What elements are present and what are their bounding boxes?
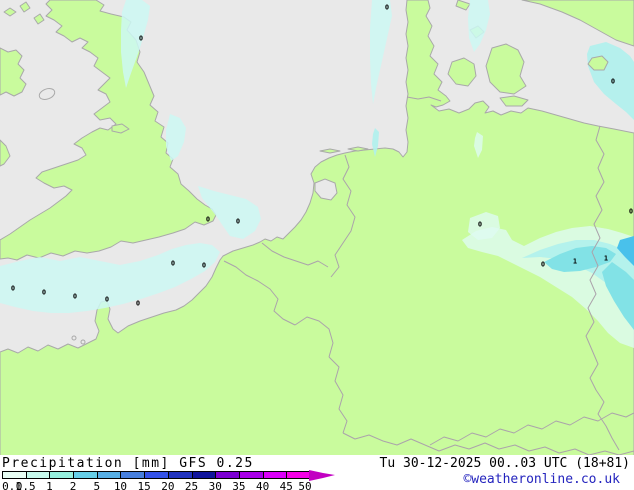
station-precip-value: 0 [384, 3, 390, 12]
station-precip-value: 0 [138, 34, 144, 43]
station-precip-value: 0 [235, 217, 241, 226]
legend-color-segment [167, 471, 193, 479]
legend-tick-label: 1 [46, 480, 53, 490]
legend-color-segment [2, 471, 27, 479]
legend-color-segment [25, 471, 51, 479]
legend-tick-label: 30 [208, 480, 222, 490]
legend-color-segment [215, 471, 240, 479]
legend-color-segment [49, 471, 75, 479]
legend-color-segment [73, 471, 98, 479]
station-precip-value: 1 [603, 254, 609, 263]
legend-tick-label: 15 [137, 480, 151, 490]
legend-tick-label: 35 [232, 480, 246, 490]
station-precip-value: 0 [477, 220, 483, 229]
station-precip-value: 0 [72, 292, 78, 301]
legend-tick-label: 2 [69, 480, 77, 490]
island-channel-2 [80, 339, 86, 345]
legend-color-segment [96, 471, 122, 479]
station-precip-value: 0 [135, 299, 141, 308]
copyright-link[interactable]: ©weatheronline.co.uk [463, 472, 620, 487]
station-precip-value: 0 [201, 261, 207, 270]
weather-map-screen: 0 0 0 0 0 0 0 0 0 0 0 0 0 0 0 1 1 Precipitation [mm] GFS… [0, 0, 634, 490]
legend-colorbar-arrow [309, 470, 335, 481]
legend-tick-label: 40 [255, 480, 270, 490]
legend-tick-label: 10 [113, 480, 128, 490]
station-precip-value: 0 [628, 207, 634, 216]
legend-tick-label: 20 [161, 480, 175, 490]
legend-color-segment [120, 471, 146, 479]
legend-colorbar [2, 471, 311, 479]
forecast-timestamp: Tu 30-12-2025 00..03 UTC (18+81) [379, 456, 630, 471]
station-precip-value: 0 [170, 259, 176, 268]
station-precip-value: 0 [610, 77, 616, 86]
map-container: 0 0 0 0 0 0 0 0 0 0 0 0 0 0 0 1 1 [0, 0, 634, 455]
legend-color-segment [238, 471, 264, 479]
station-precip-value: 0 [10, 284, 16, 293]
station-precip-value: 0 [205, 215, 211, 224]
legend-tick-label: 50 [298, 480, 312, 490]
legend-tick-label: 25 [184, 480, 199, 490]
station-precip-value: 1 [572, 257, 578, 266]
legend-tick-label: 0.5 [15, 480, 36, 490]
legend-color-segment [191, 471, 217, 479]
legend-tick-label: 5 [93, 480, 101, 490]
precipitation-map [0, 0, 634, 455]
legend-title: Precipitation [mm] GFS 0.25 [2, 456, 254, 471]
station-precip-value: 0 [540, 260, 546, 269]
station-precip-value: 0 [104, 295, 110, 304]
legend-color-segment [144, 471, 169, 479]
station-precip-value: 0 [41, 288, 47, 297]
legend-color-segment [262, 471, 288, 479]
island-channel-1 [71, 335, 77, 341]
legend-tick-label: 45 [279, 480, 293, 490]
legend-color-segment [286, 471, 311, 479]
